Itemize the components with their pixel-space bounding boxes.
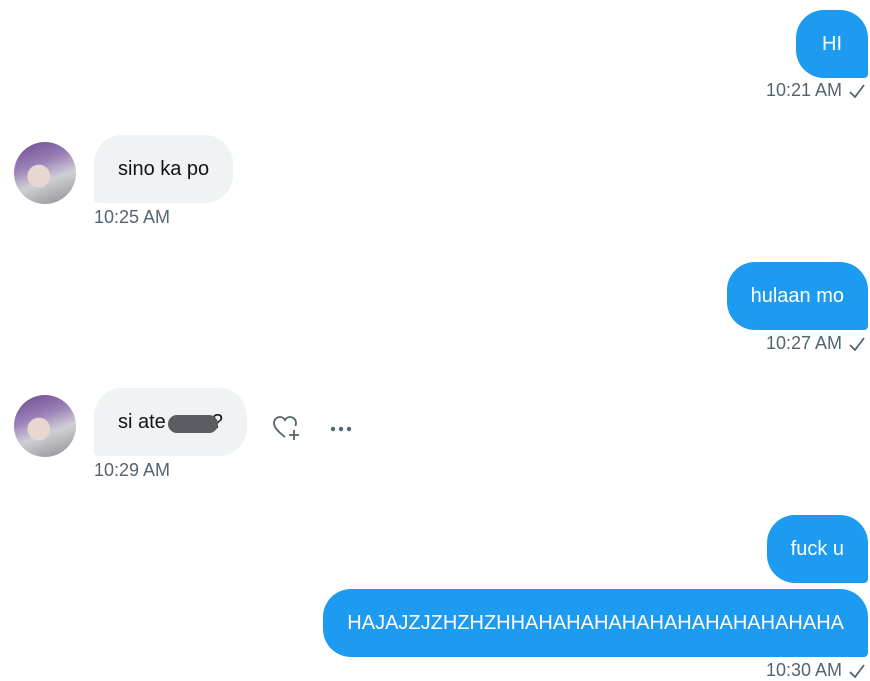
check-icon xyxy=(849,83,865,98)
message-bubble-sent[interactable]: fuck u xyxy=(766,515,868,583)
message-timestamp: 10:21 AM xyxy=(765,80,842,100)
message-bubble-sent[interactable]: HI xyxy=(796,10,868,78)
heart-plus-icon[interactable] xyxy=(270,412,302,444)
message-bubble-received[interactable]: sino ka po xyxy=(94,135,234,203)
message-timestamp: 10:30 AM xyxy=(765,660,842,680)
message-meta: 10:30 AM xyxy=(766,660,866,681)
message-text: fuck u xyxy=(790,537,844,560)
message-bubble-sent[interactable]: hulaan mo xyxy=(726,262,868,330)
message-meta: 10:25 AM xyxy=(94,207,170,228)
message-bubble-sent[interactable]: HAJAJZJZHZHZHHAHAHAHAHAHAHAHAHAHAHAHA xyxy=(323,589,868,657)
message-text: HI xyxy=(822,32,842,55)
avatar[interactable] xyxy=(14,395,76,457)
check-icon xyxy=(849,663,865,678)
message-text: hulaan mo xyxy=(750,284,844,307)
redaction-mark xyxy=(167,415,218,433)
message-bubble-received[interactable]: si ate ? xyxy=(94,388,247,456)
message-text: HAJAJZJZHZHZHHAHAHAHAHAHAHAHAHAHAHAHA xyxy=(347,611,844,634)
message-meta: 10:21 AM xyxy=(766,80,866,101)
message-text: si ate xyxy=(118,410,166,433)
message-timestamp: 10:29 AM xyxy=(94,460,171,480)
more-icon[interactable] xyxy=(325,412,357,444)
message-meta: 10:29 AM xyxy=(94,460,170,481)
message-timestamp: 10:25 AM xyxy=(94,207,171,227)
message-text: sino ka po xyxy=(118,157,210,180)
avatar[interactable] xyxy=(14,142,76,204)
message-timestamp: 10:27 AM xyxy=(765,333,842,353)
message-meta: 10:27 AM xyxy=(766,333,866,354)
check-icon xyxy=(849,336,865,351)
